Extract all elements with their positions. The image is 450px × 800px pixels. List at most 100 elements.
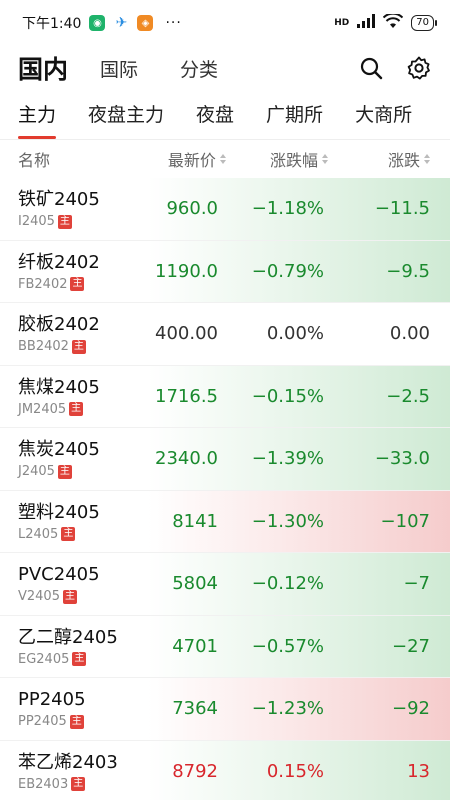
- main-contract-badge: 主: [70, 277, 85, 292]
- contract-code: JM2405: [18, 401, 67, 417]
- change-percent: −1.30%: [251, 510, 324, 532]
- header-price-sort[interactable]: 最新价: [144, 147, 226, 171]
- header-pct-label: 涨跌幅: [269, 151, 318, 170]
- contract-code: BB2402: [18, 339, 69, 355]
- quote-row[interactable]: 乙二醇2405 EG2405 主 4701 −0.57% −27: [0, 615, 450, 678]
- contract-cell: PP2405 PP2405 主: [0, 688, 150, 729]
- sub-tabs: 主力 夜盘主力 夜盘 广期所 大商所: [0, 90, 450, 140]
- plane-app-icon: ✈: [113, 15, 130, 31]
- change-amount: −92: [392, 698, 430, 720]
- header-chg-label: 涨跌: [387, 151, 420, 170]
- search-icon[interactable]: [358, 55, 384, 81]
- subtab-dce[interactable]: 大商所: [355, 100, 412, 139]
- header-pct-sort[interactable]: 涨跌幅: [226, 147, 328, 171]
- top-nav: 国内 国际 分类: [0, 46, 450, 90]
- change-amount: −107: [380, 510, 430, 532]
- contract-cell: 纤板2402 FB2402 主: [0, 251, 150, 292]
- contract-code: EB2403: [18, 776, 69, 792]
- contract-cell: 焦炭2405 J2405 主: [0, 438, 150, 479]
- change-percent: −1.23%: [251, 698, 324, 720]
- contract-cell: 塑料2405 L2405 主: [0, 501, 150, 542]
- orange-app-icon: ◈: [137, 15, 154, 31]
- change-amount: −27: [392, 635, 430, 657]
- main-contract-badge: 主: [72, 652, 87, 667]
- change-amount: −33.0: [374, 448, 430, 470]
- change-percent: −0.79%: [251, 260, 324, 282]
- change-amount: −2.5: [386, 385, 430, 407]
- last-price: 400.00: [155, 323, 218, 345]
- subtab-night[interactable]: 夜盘: [196, 100, 234, 139]
- change-percent: −0.12%: [251, 573, 324, 595]
- change-percent: −0.57%: [251, 635, 324, 657]
- status-time: 下午1:40: [22, 16, 82, 32]
- main-contract-badge: 主: [69, 714, 84, 729]
- last-price: 4701: [172, 635, 218, 657]
- change-percent: −1.18%: [251, 198, 324, 220]
- change-amount: −9.5: [386, 260, 430, 282]
- change-percent: 0.15%: [266, 760, 324, 782]
- quote-row[interactable]: 纤板2402 FB2402 主 1190.0 −0.79% −9.5: [0, 240, 450, 303]
- table-header: 名称 最新价 涨跌幅 涨跌: [0, 140, 450, 178]
- header-chg-sort[interactable]: 涨跌: [328, 147, 430, 171]
- contract-code: L2405: [18, 526, 59, 542]
- last-price: 8141: [172, 510, 218, 532]
- quote-row[interactable]: 胶板2402 BB2402 主 400.00 0.00% 0.00: [0, 303, 450, 366]
- contract-name: 纤板2402: [18, 251, 100, 273]
- battery-icon: 70: [411, 15, 437, 31]
- quote-row[interactable]: PVC2405 V2405 主 5804 −0.12% −7: [0, 553, 450, 616]
- contract-name: 苯乙烯2403: [18, 751, 118, 773]
- contract-name: 焦炭2405: [18, 439, 100, 461]
- change-percent: 0.00%: [266, 323, 324, 345]
- quote-row[interactable]: 苯乙烯2403 EB2403 主 8792 0.15% 13: [0, 740, 450, 800]
- quote-row[interactable]: 焦煤2405 JM2405 主 1716.5 −0.15% −2.5: [0, 365, 450, 428]
- last-price: 5804: [172, 573, 218, 595]
- main-contract-badge: 主: [57, 464, 72, 479]
- main-contract-badge: 主: [69, 402, 84, 417]
- message-app-icon: ◉: [89, 15, 106, 31]
- tab-domestic[interactable]: 国内: [18, 50, 68, 86]
- contract-cell: 焦煤2405 JM2405 主: [0, 376, 150, 417]
- last-price: 7364: [172, 698, 218, 720]
- contract-cell: 苯乙烯2403 EB2403 主: [0, 751, 150, 792]
- quote-row[interactable]: 焦炭2405 J2405 主 2340.0 −1.39% −33.0: [0, 428, 450, 491]
- contract-name: 塑料2405: [18, 501, 100, 523]
- wifi-icon: [383, 12, 404, 33]
- settings-gear-icon[interactable]: [406, 55, 432, 81]
- header-price-label: 最新价: [167, 151, 216, 170]
- subtab-night-main[interactable]: 夜盘主力: [88, 100, 164, 139]
- subtab-gfex[interactable]: 广期所: [266, 100, 323, 139]
- contract-cell: PVC2405 V2405 主: [0, 563, 150, 604]
- last-price: 1190.0: [155, 260, 218, 282]
- subtab-main[interactable]: 主力: [18, 100, 57, 139]
- contract-cell: 铁矿2405 I2405 主: [0, 188, 150, 229]
- tab-international[interactable]: 国际: [100, 55, 138, 82]
- quote-row[interactable]: PP2405 PP2405 主 7364 −1.23% −92: [0, 678, 450, 741]
- last-price: 960.0: [166, 198, 218, 220]
- signal-icon: [357, 14, 376, 32]
- change-percent: −0.15%: [251, 385, 324, 407]
- main-contract-badge: 主: [57, 214, 72, 229]
- change-percent: −1.39%: [251, 448, 324, 470]
- last-price: 2340.0: [155, 448, 218, 470]
- change-amount: 13: [407, 760, 430, 782]
- quote-row[interactable]: 塑料2405 L2405 主 8141 −1.30% −107: [0, 490, 450, 553]
- contract-name: 乙二醇2405: [18, 626, 118, 648]
- contract-code: J2405: [18, 464, 55, 480]
- contract-name: PVC2405: [18, 564, 100, 586]
- quote-list: 铁矿2405 I2405 主 960.0 −1.18% −11.5 纤板2402 FB2402…: [0, 178, 450, 800]
- network-type: HD: [334, 18, 350, 28]
- contract-code: I2405: [18, 214, 55, 230]
- status-bar: 下午1:40 ◉ ✈ ◈ ··· HD 70: [0, 0, 450, 46]
- sort-icon: [424, 154, 430, 164]
- change-amount: −11.5: [374, 198, 430, 220]
- main-contract-badge: 主: [71, 339, 86, 354]
- last-price: 1716.5: [155, 385, 218, 407]
- more-notifications-icon: ···: [165, 15, 182, 31]
- quote-row[interactable]: 铁矿2405 I2405 主 960.0 −1.18% −11.5: [0, 178, 450, 241]
- main-contract-badge: 主: [71, 777, 86, 792]
- header-name: 名称: [18, 151, 51, 170]
- contract-code: EG2405: [18, 651, 70, 667]
- contract-code: V2405: [18, 589, 60, 605]
- tab-category[interactable]: 分类: [180, 55, 218, 82]
- contract-name: PP2405: [18, 689, 86, 711]
